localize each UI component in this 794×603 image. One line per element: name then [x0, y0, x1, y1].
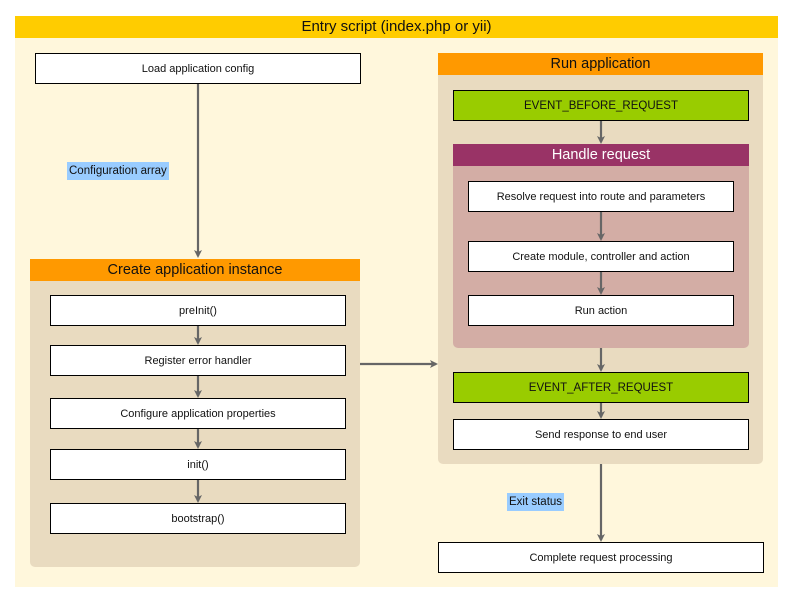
configuration-array-label: Configuration array — [67, 162, 169, 180]
send-response-label: Send response to end user — [534, 428, 668, 441]
step-run-action: Run action — [468, 295, 734, 326]
step-label: Run action — [574, 304, 628, 317]
entry-script-title: Entry script (index.php or yii) — [15, 16, 778, 38]
complete-request-box: Complete request processing — [438, 542, 764, 573]
step-init: init() — [50, 449, 346, 480]
step-resolve-request: Resolve request into route and parameter… — [468, 181, 734, 212]
step-configure-properties: Configure application properties — [50, 398, 346, 429]
step-label: init() — [187, 458, 209, 471]
step-bootstrap: bootstrap() — [50, 503, 346, 534]
step-label: bootstrap() — [171, 512, 225, 525]
event-after-request-box: EVENT_AFTER_REQUEST — [453, 372, 749, 403]
step-label: Register error handler — [144, 354, 252, 367]
load-config-label: Load application config — [141, 62, 255, 75]
step-create-module: Create module, controller and action — [468, 241, 734, 272]
step-label: Create module, controller and action — [512, 250, 690, 263]
step-label: Resolve request into route and parameter… — [496, 190, 706, 203]
step-preinit: preInit() — [50, 295, 346, 326]
load-config-box: Load application config — [35, 53, 361, 84]
exit-status-label: Exit status — [507, 493, 565, 511]
step-label: Configure application properties — [120, 407, 276, 420]
event-before-request-label: EVENT_BEFORE_REQUEST — [523, 99, 678, 112]
step-label: preInit() — [179, 304, 217, 317]
send-response-box: Send response to end user — [453, 419, 749, 450]
event-before-request-box: EVENT_BEFORE_REQUEST — [453, 90, 749, 121]
event-after-request-label: EVENT_AFTER_REQUEST — [528, 381, 674, 394]
run-app-title: Run application — [438, 53, 763, 75]
complete-request-label: Complete request processing — [529, 551, 673, 564]
create-app-title: Create application instance — [30, 259, 360, 281]
handle-request-title: Handle request — [453, 144, 749, 166]
step-register-error-handler: Register error handler — [50, 345, 346, 376]
